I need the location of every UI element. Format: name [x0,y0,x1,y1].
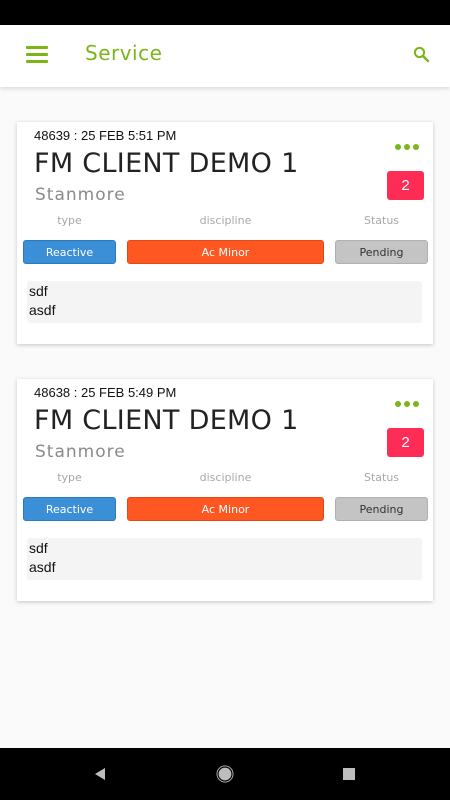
discipline-badge: Ac Minor [127,240,324,264]
type-badge: Reactive [23,240,116,264]
client-name: FM CLIENT DEMO 1 [34,148,299,179]
client-name: FM CLIENT DEMO 1 [34,405,299,436]
type-label: type [57,471,82,484]
status-bar [0,0,450,25]
job-header: 48638 : 25 FEB 5:49 PM [34,385,177,400]
site-name: Stanmore [35,185,126,205]
type-label: type [57,214,82,227]
discipline-badge: Ac Minor [127,497,324,521]
job-list: 48639 : 25 FEB 5:51 PM FM CLIENT DEMO 1 … [0,87,450,748]
job-description: sdf asdf [27,538,422,580]
discipline-label: discipline [199,214,252,227]
app-bar: Service [0,25,450,87]
page-title: Service [85,41,163,65]
status-label: Status [363,471,400,484]
job-description: sdf asdf [27,281,422,323]
description-line: sdf [29,283,48,299]
back-triangle-icon[interactable] [70,748,130,800]
job-card[interactable]: 48639 : 25 FEB 5:51 PM FM CLIENT DEMO 1 … [17,122,433,344]
site-name: Stanmore [35,442,126,462]
status-badge: Pending [335,497,428,521]
home-circle-icon[interactable] [195,748,255,800]
status-badge: Pending [335,240,428,264]
count-badge: 2 [387,171,424,200]
type-badge: Reactive [23,497,116,521]
hamburger-menu-icon[interactable] [26,46,48,64]
count-badge: 2 [387,428,424,457]
more-options-icon[interactable] [395,144,419,150]
more-options-icon[interactable] [395,401,419,407]
search-icon[interactable] [412,45,432,65]
discipline-label: discipline [199,471,252,484]
system-nav-bar [0,748,450,800]
description-line: sdf [29,540,48,556]
job-card[interactable]: 48638 : 25 FEB 5:49 PM FM CLIENT DEMO 1 … [17,379,433,601]
description-line: asdf [29,302,56,318]
status-label: Status [363,214,400,227]
description-line: asdf [29,559,56,575]
recents-square-icon[interactable] [319,748,379,800]
job-header: 48639 : 25 FEB 5:51 PM [34,128,177,143]
